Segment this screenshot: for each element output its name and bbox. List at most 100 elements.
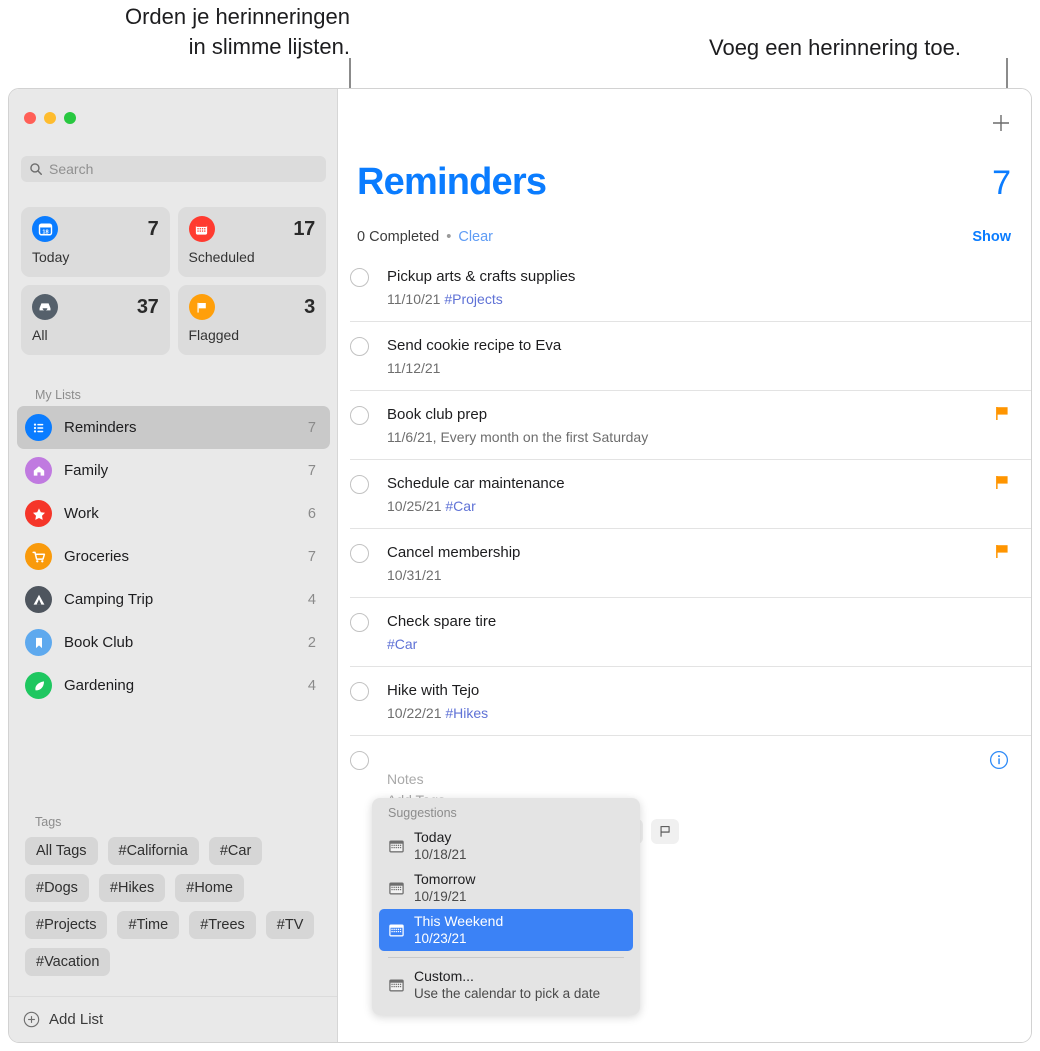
reminder-flag-icon[interactable] (995, 544, 1009, 564)
sidebar: Search 18 7 Today 17 Scheduled 37 All 3 … (9, 89, 338, 1042)
smart-list-count: 17 (293, 217, 315, 240)
reminder-tag[interactable]: #Car (445, 498, 475, 514)
suggestion-date: 10/23/21 (414, 931, 467, 946)
reminder-content: Book club prep 11/6/21, Every month on t… (387, 405, 995, 446)
reminder-row[interactable]: Schedule car maintenance 10/25/21 #Car (350, 459, 1031, 528)
smart-list-label: All (32, 327, 48, 343)
reminder-tag[interactable]: #Hikes (445, 705, 488, 721)
suggestion-text: Tomorrow 10/19/21 (414, 871, 475, 905)
search-icon (30, 163, 42, 175)
add-list-button[interactable]: Add List (9, 996, 337, 1042)
sidebar-item-reminders[interactable]: Reminders 7 (17, 406, 330, 449)
clear-completed-button[interactable]: Clear (458, 229, 493, 245)
smart-list-all[interactable]: 37 All (21, 285, 170, 355)
inbox-icon (32, 294, 58, 320)
show-completed-button[interactable]: Show (972, 229, 1011, 245)
completed-info: 0 Completed • Clear (357, 229, 493, 245)
tag-chip[interactable]: #Home (175, 874, 244, 902)
reminder-row[interactable]: Book club prep 11/6/21, Every month on t… (350, 390, 1031, 459)
sidebar-item-gardening[interactable]: Gardening 4 (17, 664, 330, 707)
reminder-content: Schedule car maintenance 10/25/21 #Car (387, 474, 995, 515)
sidebar-item-count: 4 (307, 591, 316, 608)
page-title: Reminders (357, 161, 547, 203)
smart-list-flagged[interactable]: 3 Flagged (177, 285, 326, 355)
sidebar-item-label: Reminders (64, 419, 137, 436)
add-list-label: Add List (49, 1011, 104, 1028)
suggestion-item-this-weekend[interactable]: This Weekend 10/23/21 (379, 909, 633, 951)
sidebar-item-count: 7 (307, 419, 316, 436)
reminder-flag-icon[interactable] (995, 406, 1009, 426)
reminder-row[interactable]: Check spare tire #Car (350, 597, 1031, 666)
suggestion-label: Custom... (414, 968, 474, 984)
flag-icon (188, 294, 215, 320)
flag-outline-icon (660, 826, 670, 837)
reminder-subtitle: 11/6/21, Every month on the first Saturd… (387, 428, 995, 446)
reminder-content: Pickup arts & crafts supplies 11/10/21 #… (387, 267, 1009, 308)
screenshot-stage: Orden je herinneringen in slimme lijsten… (0, 0, 1040, 1051)
smart-list-today[interactable]: 18 7 Today (21, 207, 170, 277)
list-total-count: 7 (992, 164, 1011, 202)
date-suggestions-popover: Suggestions Today 10/18/21 Tomorrow 10/1… (372, 798, 640, 1015)
suggestion-date: Use the calendar to pick a date (414, 986, 601, 1001)
reminder-tag[interactable]: #Car (387, 636, 417, 652)
reminder-row[interactable]: Pickup arts & crafts supplies 11/10/21 #… (350, 253, 1031, 321)
reminder-tag[interactable]: #Projects (444, 291, 502, 307)
reminder-complete-toggle[interactable] (350, 682, 369, 701)
tag-chip[interactable]: #Car (208, 837, 263, 865)
reminder-subtitle: 11/10/21 #Projects (387, 290, 1009, 308)
tag-chip[interactable]: #Dogs (25, 874, 89, 902)
smart-list-scheduled[interactable]: 17 Scheduled (177, 207, 326, 277)
tag-chip[interactable]: #Vacation (25, 948, 111, 976)
list-header: Reminders 7 (357, 161, 1011, 204)
reminder-complete-toggle[interactable] (350, 751, 369, 770)
tag-chip[interactable]: #California (107, 837, 199, 865)
tag-chip[interactable]: #Hikes (98, 874, 166, 902)
tag-chip[interactable]: All Tags (25, 837, 98, 865)
reminder-date: 10/22/21 (387, 705, 442, 721)
reminder-complete-toggle[interactable] (350, 268, 369, 287)
smart-list-count: 7 (147, 217, 159, 240)
reminder-date: 11/12/21 (387, 360, 441, 376)
sidebar-item-camping-trip[interactable]: Camping Trip 4 (17, 578, 330, 621)
reminder-subtitle: 10/31/21 (387, 566, 995, 584)
reminder-flag-icon[interactable] (995, 475, 1009, 495)
reminder-complete-toggle[interactable] (350, 475, 369, 494)
sidebar-item-work[interactable]: Work 6 (17, 492, 330, 535)
search-input[interactable]: Search (21, 156, 326, 182)
calendar-icon (389, 924, 404, 936)
suggestion-item-custom[interactable]: Custom... Use the calendar to pick a dat… (379, 964, 633, 1006)
reminder-date: 11/6/21, Every month on the first Saturd… (387, 429, 649, 445)
sidebar-item-book-club[interactable]: Book Club 2 (17, 621, 330, 664)
reminder-row[interactable]: Send cookie recipe to Eva 11/12/21 (350, 321, 1031, 390)
suggestion-item-tomorrow[interactable]: Tomorrow 10/19/21 (379, 867, 633, 909)
reminder-content: Check spare tire #Car (387, 612, 1009, 653)
sidebar-item-label: Book Club (64, 634, 134, 651)
add-reminder-button[interactable] (989, 111, 1013, 135)
tag-chip[interactable]: #Trees (189, 911, 256, 939)
reminder-row[interactable]: Cancel membership 10/31/21 (350, 528, 1031, 597)
reminder-row[interactable]: Hike with Tejo 10/22/21 #Hikes (350, 666, 1031, 735)
close-button[interactable] (24, 112, 36, 124)
zoom-button[interactable] (64, 112, 76, 124)
reminder-info-button[interactable] (989, 750, 1009, 775)
reminder-date: 10/25/21 (387, 498, 442, 514)
tag-chip[interactable]: #TV (265, 911, 315, 939)
smart-list-label: Scheduled (188, 249, 255, 265)
flag-toggle-button[interactable] (651, 819, 680, 844)
callout-right-text: Voeg een herinnering toe. (709, 35, 961, 60)
callout-left-text: Orden je herinneringen in slimme lijsten… (124, 4, 350, 59)
reminder-complete-toggle[interactable] (350, 337, 369, 356)
notes-field[interactable]: Notes (387, 769, 1009, 790)
tag-chip[interactable]: #Projects (25, 911, 108, 939)
sidebar-item-groceries[interactable]: Groceries 7 (17, 535, 330, 578)
sidebar-item-family[interactable]: Family 7 (17, 449, 330, 492)
suggestion-item-today[interactable]: Today 10/18/21 (379, 825, 633, 867)
tag-chip[interactable]: #Time (117, 911, 180, 939)
reminder-complete-toggle[interactable] (350, 544, 369, 563)
calendar-icon (389, 979, 404, 991)
minimize-button[interactable] (44, 112, 56, 124)
reminder-complete-toggle[interactable] (350, 613, 369, 632)
reminder-complete-toggle[interactable] (350, 406, 369, 425)
bookmark-icon (25, 629, 52, 656)
svg-text:18: 18 (42, 229, 48, 235)
